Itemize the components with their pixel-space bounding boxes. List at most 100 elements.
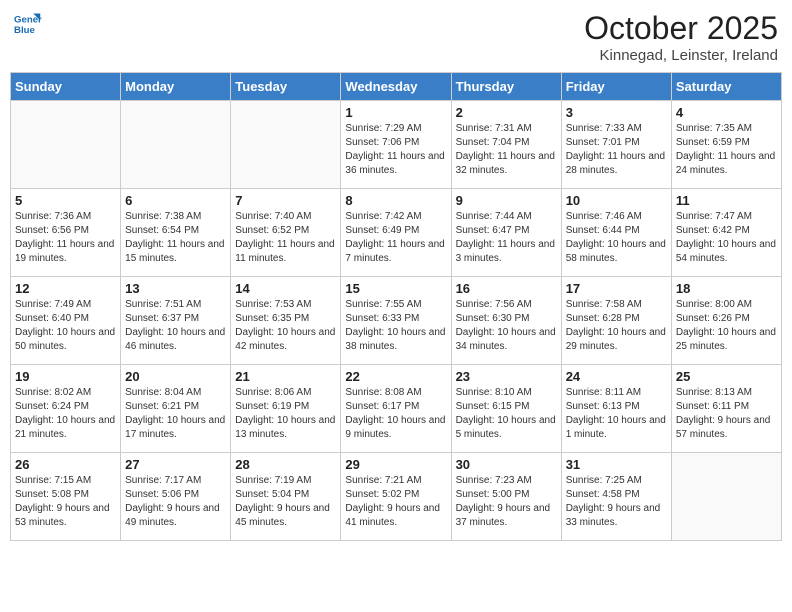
day-number: 26 (15, 457, 116, 472)
week-row-3: 12 Sunrise: 7:49 AM Sunset: 6:40 PM Dayli… (11, 277, 782, 365)
week-row-4: 19 Sunrise: 8:02 AM Sunset: 6:24 PM Dayli… (11, 365, 782, 453)
calendar-cell: 2 Sunrise: 7:31 AM Sunset: 7:04 PM Daylig… (451, 101, 561, 189)
calendar-cell: 27Sunrise: 7:17 AM Sunset: 5:06 PM Dayli… (121, 453, 231, 541)
logo-icon: General Blue (14, 10, 42, 38)
calendar-cell: 23Sunrise: 8:10 AM Sunset: 6:15 PM Dayli… (451, 365, 561, 453)
day-number: 31 (566, 457, 667, 472)
day-content: Sunrise: 7:42 AM Sunset: 6:49 PM Dayligh… (345, 210, 446, 266)
day-number: 7 (235, 193, 336, 208)
day-number: 28 (235, 457, 336, 472)
calendar-cell: 18 Sunrise: 8:00 AM Sunset: 6:26 PM Dayli… (671, 277, 781, 365)
calendar-cell: 17 Sunrise: 7:58 AM Sunset: 6:28 PM Dayli… (561, 277, 671, 365)
day-number: 29 (345, 457, 446, 472)
day-number: 20 (125, 369, 226, 384)
day-number: 4 (676, 105, 777, 120)
day-content: Sunrise: 7:31 AM Sunset: 7:04 PM Dayligh… (456, 122, 557, 178)
day-number: 14 (235, 281, 336, 296)
day-content: Sunrise: 7:46 AM Sunset: 6:44 PM Dayligh… (566, 210, 667, 266)
day-content: Sunrise: 7:38 AM Sunset: 6:54 PM Dayligh… (125, 210, 226, 266)
calendar-cell: 29 Sunrise: 7:21 AM Sunset: 5:02 PM Dayli… (341, 453, 451, 541)
calendar-cell: 20 Sunrise: 8:04 AM Sunset: 6:21 PM Dayli… (121, 365, 231, 453)
day-content: Sunrise: 8:11 AM Sunset: 6:13 PM Dayligh… (566, 386, 667, 442)
day-content: Sunrise: 7:53 AM Sunset: 6:35 PM Dayligh… (235, 298, 336, 354)
day-content: Sunrise: 8:08 AM Sunset: 6:17 PM Dayligh… (345, 386, 446, 442)
day-content: Sunrise: 7:15 AM Sunset: 5:08 PM Dayligh… (15, 474, 116, 530)
calendar-cell (671, 453, 781, 541)
day-number: 2 (456, 105, 557, 120)
calendar: SundayMondayTuesdayWednesdayThursdayFrid… (10, 72, 782, 541)
day-number: 5 (15, 193, 116, 208)
calendar-cell: 30 Sunrise: 7:23 AM Sunset: 5:00 PM Dayli… (451, 453, 561, 541)
calendar-cell: 28 Sunrise: 7:19 AM Sunset: 5:04 PM Dayli… (231, 453, 341, 541)
day-content: Sunrise: 7:47 AM Sunset: 6:42 PM Dayligh… (676, 210, 777, 266)
calendar-cell: 14 Sunrise: 7:53 AM Sunset: 6:35 PM Dayli… (231, 277, 341, 365)
calendar-cell: 5Sunrise: 7:36 AM Sunset: 6:56 PM Daylig… (11, 189, 121, 277)
day-number: 10 (566, 193, 667, 208)
weekday-header-tuesday: Tuesday (231, 73, 341, 101)
day-content: Sunrise: 7:49 AM Sunset: 6:40 PM Dayligh… (15, 298, 116, 354)
day-number: 25 (676, 369, 777, 384)
calendar-cell (231, 101, 341, 189)
day-number: 11 (676, 193, 777, 208)
calendar-cell: 3Sunrise: 7:33 AM Sunset: 7:01 PM Daylig… (561, 101, 671, 189)
calendar-cell: 6 Sunrise: 7:38 AM Sunset: 6:54 PM Daylig… (121, 189, 231, 277)
day-number: 30 (456, 457, 557, 472)
day-number: 19 (15, 369, 116, 384)
calendar-cell: 31 Sunrise: 7:25 AM Sunset: 4:58 PM Dayli… (561, 453, 671, 541)
calendar-cell: 8 Sunrise: 7:42 AM Sunset: 6:49 PM Daylig… (341, 189, 451, 277)
calendar-cell: 26 Sunrise: 7:15 AM Sunset: 5:08 PM Dayli… (11, 453, 121, 541)
calendar-cell: 10 Sunrise: 7:46 AM Sunset: 6:44 PM Dayli… (561, 189, 671, 277)
day-content: Sunrise: 7:29 AM Sunset: 7:06 PM Dayligh… (345, 122, 446, 178)
day-content: Sunrise: 8:00 AM Sunset: 6:26 PM Dayligh… (676, 298, 777, 354)
calendar-cell: 24Sunrise: 8:11 AM Sunset: 6:13 PM Dayli… (561, 365, 671, 453)
day-content: Sunrise: 7:19 AM Sunset: 5:04 PM Dayligh… (235, 474, 336, 530)
day-content: Sunrise: 8:04 AM Sunset: 6:21 PM Dayligh… (125, 386, 226, 442)
day-content: Sunrise: 7:25 AM Sunset: 4:58 PM Dayligh… (566, 474, 667, 530)
svg-text:Blue: Blue (14, 25, 35, 36)
calendar-cell: 19 Sunrise: 8:02 AM Sunset: 6:24 PM Dayli… (11, 365, 121, 453)
day-content: Sunrise: 7:58 AM Sunset: 6:28 PM Dayligh… (566, 298, 667, 354)
weekday-header-friday: Friday (561, 73, 671, 101)
day-content: Sunrise: 8:13 AM Sunset: 6:11 PM Dayligh… (676, 386, 777, 442)
calendar-cell (121, 101, 231, 189)
calendar-cell: 13Sunrise: 7:51 AM Sunset: 6:37 PM Dayli… (121, 277, 231, 365)
logo: General Blue (14, 10, 42, 38)
day-number: 3 (566, 105, 667, 120)
month-title: October 2025 (584, 10, 778, 47)
calendar-cell: 12 Sunrise: 7:49 AM Sunset: 6:40 PM Dayli… (11, 277, 121, 365)
day-number: 27 (125, 457, 226, 472)
day-number: 23 (456, 369, 557, 384)
calendar-cell: 21Sunrise: 8:06 AM Sunset: 6:19 PM Dayli… (231, 365, 341, 453)
day-content: Sunrise: 7:21 AM Sunset: 5:02 PM Dayligh… (345, 474, 446, 530)
location-title: Kinnegad, Leinster, Ireland (584, 47, 778, 64)
day-content: Sunrise: 7:35 AM Sunset: 6:59 PM Dayligh… (676, 122, 777, 178)
week-row-2: 5Sunrise: 7:36 AM Sunset: 6:56 PM Daylig… (11, 189, 782, 277)
weekday-header-monday: Monday (121, 73, 231, 101)
day-number: 22 (345, 369, 446, 384)
weekday-header-wednesday: Wednesday (341, 73, 451, 101)
weekday-header-row: SundayMondayTuesdayWednesdayThursdayFrid… (11, 73, 782, 101)
day-number: 8 (345, 193, 446, 208)
day-number: 18 (676, 281, 777, 296)
day-number: 6 (125, 193, 226, 208)
day-number: 21 (235, 369, 336, 384)
day-number: 1 (345, 105, 446, 120)
day-content: Sunrise: 8:02 AM Sunset: 6:24 PM Dayligh… (15, 386, 116, 442)
week-row-5: 26 Sunrise: 7:15 AM Sunset: 5:08 PM Dayli… (11, 453, 782, 541)
day-number: 13 (125, 281, 226, 296)
day-number: 17 (566, 281, 667, 296)
weekday-header-thursday: Thursday (451, 73, 561, 101)
calendar-cell: 15Sunrise: 7:55 AM Sunset: 6:33 PM Dayli… (341, 277, 451, 365)
calendar-cell: 16Sunrise: 7:56 AM Sunset: 6:30 PM Dayli… (451, 277, 561, 365)
day-content: Sunrise: 7:23 AM Sunset: 5:00 PM Dayligh… (456, 474, 557, 530)
calendar-cell: 4 Sunrise: 7:35 AM Sunset: 6:59 PM Daylig… (671, 101, 781, 189)
weekday-header-sunday: Sunday (11, 73, 121, 101)
calendar-cell: 1 Sunrise: 7:29 AM Sunset: 7:06 PM Daylig… (341, 101, 451, 189)
calendar-cell: 25 Sunrise: 8:13 AM Sunset: 6:11 PM Dayli… (671, 365, 781, 453)
calendar-cell: 11 Sunrise: 7:47 AM Sunset: 6:42 PM Dayli… (671, 189, 781, 277)
week-row-1: 1 Sunrise: 7:29 AM Sunset: 7:06 PM Daylig… (11, 101, 782, 189)
title-area: October 2025 Kinnegad, Leinster, Ireland (584, 10, 778, 64)
day-number: 9 (456, 193, 557, 208)
calendar-cell (11, 101, 121, 189)
day-number: 12 (15, 281, 116, 296)
